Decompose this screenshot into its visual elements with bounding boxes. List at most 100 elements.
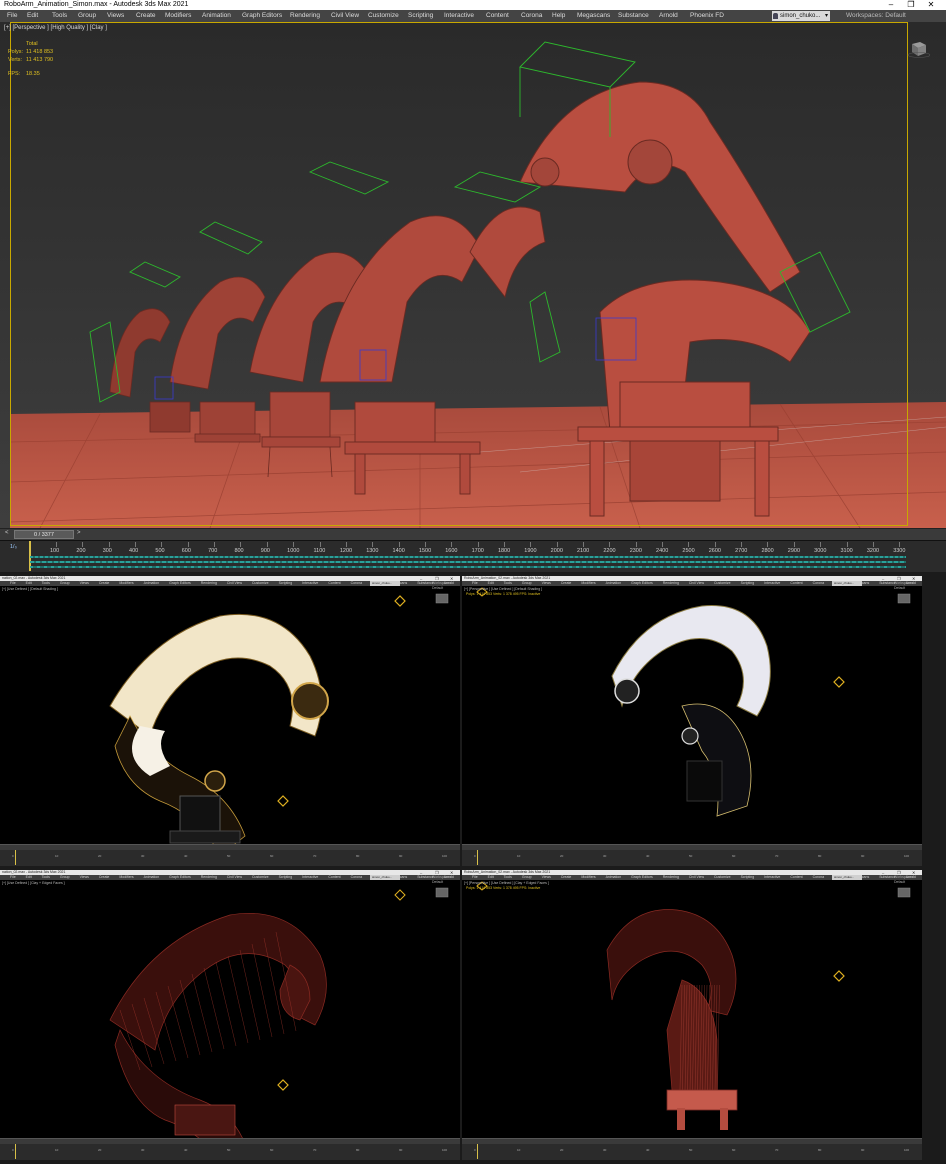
panel-menu-item[interactable]: Graph Editors	[631, 875, 653, 879]
menu-phoenix-fd[interactable]: Phoenix FD	[690, 10, 724, 22]
panel-menu-item[interactable]: Scripting	[741, 581, 755, 585]
panel-menu-item[interactable]: File	[10, 875, 16, 879]
panel-menu-item[interactable]: Corona	[351, 581, 362, 585]
menu-corona[interactable]: Corona	[521, 10, 542, 22]
panel-menu-item[interactable]: File	[472, 581, 478, 585]
panel-menu-item[interactable]: Group	[522, 581, 532, 585]
viewport-panel-3[interactable]: nation_02.max - Autodesk 3ds Max 2021 – …	[0, 870, 460, 1160]
panel-menu-item[interactable]: File	[472, 875, 478, 879]
panel-menu-item[interactable]: Civil View	[227, 875, 242, 879]
close-button[interactable]: ✕	[924, 0, 938, 10]
panel-time-slider[interactable]	[462, 845, 922, 850]
panel-track-bar[interactable]: 0 10 20 30 40 50 60 70 80 90 100	[0, 1138, 460, 1160]
panel-menu-item[interactable]: Views	[80, 875, 89, 879]
panel-menu-item[interactable]: Graph Editors	[169, 581, 191, 585]
perspective-viewport[interactable]: [+] [Perspective ] [High Quality ] [Clay…	[0, 22, 946, 528]
panel-menu-item[interactable]: Interactive	[302, 875, 318, 879]
panel-menu-item[interactable]: Scripting	[741, 875, 755, 879]
panel-menu-item[interactable]: File	[10, 581, 16, 585]
maximize-button[interactable]: ❐	[904, 0, 918, 10]
menu-help[interactable]: Help	[552, 10, 565, 22]
panel-menu-item[interactable]: Edit	[488, 875, 494, 879]
panel-menu-item[interactable]: Graph Editors	[169, 875, 191, 879]
panel-time-slider[interactable]	[0, 845, 460, 850]
time-slider-next-button[interactable]: >	[77, 530, 81, 536]
panel-menu-item[interactable]: Animation	[606, 581, 622, 585]
panel-menu-item[interactable]: Modifiers	[119, 875, 133, 879]
time-slider-thumb[interactable]: 0 / 3377	[14, 530, 74, 539]
menu-group[interactable]: Group	[78, 10, 96, 22]
panel-menu-item[interactable]: Scripting	[279, 875, 293, 879]
panel-menu-item[interactable]: Rendering	[201, 875, 217, 879]
menu-content[interactable]: Content	[486, 10, 509, 22]
panel-menu-item[interactable]: Interactive	[764, 875, 780, 879]
menu-arnold[interactable]: Arnold	[659, 10, 678, 22]
panel-viewport-label[interactable]: [+] [Perspective ] [Use Defined ] [Defau…	[464, 587, 542, 591]
panel-menu-item[interactable]: Views	[542, 875, 551, 879]
panel-menu-item[interactable]: Civil View	[689, 875, 704, 879]
menu-scripting[interactable]: Scripting	[408, 10, 433, 22]
panel-menu-item[interactable]: Scripting	[279, 581, 293, 585]
panel-menu-item[interactable]: Views	[542, 581, 551, 585]
workspaces-selector[interactable]: Workspaces: Default	[846, 10, 906, 22]
viewport-panel-4[interactable]: RoboArm_Animation_02.max - Autodesk 3ds …	[462, 870, 922, 1160]
panel-viewport-label[interactable]: [+] [Perspective ] [Use Defined ] [Clay …	[464, 881, 549, 885]
panel-menu-item[interactable]: Graph Editors	[631, 581, 653, 585]
panel-menu-item[interactable]: Edit	[26, 581, 32, 585]
menu-create[interactable]: Create	[136, 10, 156, 22]
panel-menu-item[interactable]: Group	[522, 875, 532, 879]
panel-menu-item[interactable]: Customize	[252, 581, 269, 585]
panel-menu-item[interactable]: Create	[99, 581, 110, 585]
panel-menu-item[interactable]: Animation	[144, 581, 160, 585]
panel-menu-item[interactable]: Tools	[504, 581, 512, 585]
menu-tools[interactable]: Tools	[52, 10, 67, 22]
menu-rendering[interactable]: Rendering	[290, 10, 320, 22]
panel-menu-item[interactable]: Group	[60, 875, 70, 879]
panel-menu-item[interactable]: Customize	[714, 581, 731, 585]
viewcube-icon[interactable]	[906, 40, 930, 58]
panel-menu-item[interactable]: Corona	[813, 581, 824, 585]
panel-menu-item[interactable]: Edit	[26, 875, 32, 879]
panel-track-bar[interactable]: 0 10 20 30 40 50 60 70 80 90 100	[0, 844, 460, 866]
panel-menu-item[interactable]: Customize	[252, 875, 269, 879]
minimize-button[interactable]: –	[884, 0, 898, 10]
menu-megascans[interactable]: Megascans	[577, 10, 610, 22]
panel-menu-item[interactable]: Tools	[42, 581, 50, 585]
panel-menu-item[interactable]: Create	[561, 875, 572, 879]
panel-menu-item[interactable]: Customize	[714, 875, 731, 879]
panel-menu-item[interactable]: Tools	[42, 875, 50, 879]
panel-menu-item[interactable]: Content	[328, 581, 340, 585]
menu-civil-view[interactable]: Civil View	[331, 10, 359, 22]
panel-viewport-label[interactable]: [+] [Use Defined ] [Clay + Edged Faces ]	[2, 881, 65, 885]
menu-animation[interactable]: Animation	[202, 10, 231, 22]
panel-menu-item[interactable]: Create	[99, 875, 110, 879]
menu-substance[interactable]: Substance	[618, 10, 649, 22]
panel-menu-item[interactable]: Edit	[488, 581, 494, 585]
panel-menu-item[interactable]: Create	[561, 581, 572, 585]
viewport-panel-1[interactable]: nation_02.max - Autodesk 3ds Max 2021 – …	[0, 576, 460, 866]
panel-menu-item[interactable]: Content	[328, 875, 340, 879]
panel-menu-item[interactable]: Tools	[504, 875, 512, 879]
panel-menu-item[interactable]: Civil View	[227, 581, 242, 585]
menu-customize[interactable]: Customize	[368, 10, 399, 22]
panel-menu-item[interactable]: Modifiers	[119, 581, 133, 585]
menu-views[interactable]: Views	[107, 10, 124, 22]
time-slider-prev-button[interactable]: <	[5, 530, 9, 536]
panel-menu-item[interactable]: Corona	[813, 875, 824, 879]
user-account-dropdown[interactable]: simon_chuko... ▾	[772, 11, 830, 21]
viewport-panel-2[interactable]: RoboArm_Animation_02.max - Autodesk 3ds …	[462, 576, 922, 866]
menu-edit[interactable]: Edit	[27, 10, 38, 22]
panel-menu-item[interactable]: Group	[60, 581, 70, 585]
panel-menu-item[interactable]: Modifiers	[581, 581, 595, 585]
panel-menu-item[interactable]: Rendering	[201, 581, 217, 585]
panel-menu-item[interactable]: Modifiers	[581, 875, 595, 879]
menu-graph-editors[interactable]: Graph Editors	[242, 10, 282, 22]
panel-menu-item[interactable]: Rendering	[663, 875, 679, 879]
panel-menu-item[interactable]: Interactive	[302, 581, 318, 585]
panel-time-slider[interactable]	[462, 1139, 922, 1144]
panel-time-slider[interactable]	[0, 1139, 460, 1144]
panel-menu-item[interactable]: Interactive	[764, 581, 780, 585]
panel-menu-item[interactable]: Rendering	[663, 581, 679, 585]
panel-menu-item[interactable]: Content	[790, 875, 802, 879]
panel-menu-item[interactable]: Content	[790, 581, 802, 585]
